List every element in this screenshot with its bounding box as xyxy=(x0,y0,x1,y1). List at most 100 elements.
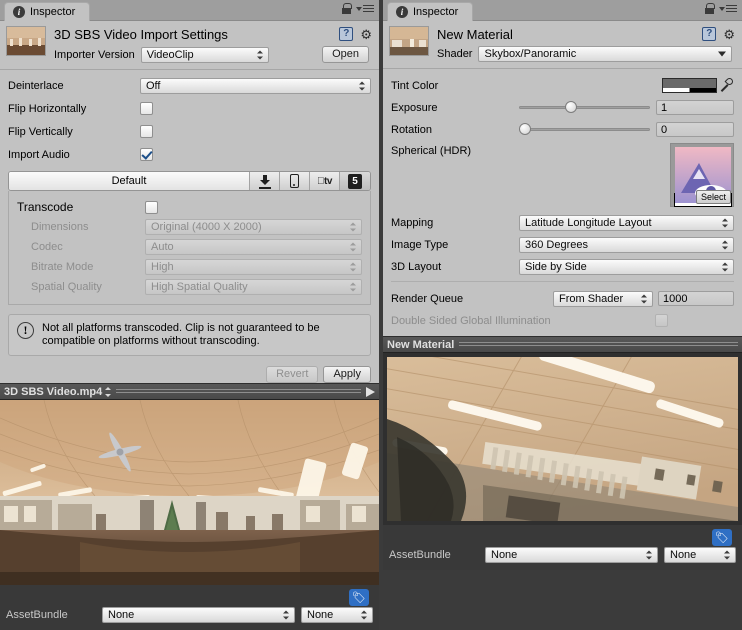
property-3d-layout: 3D Layout Side by Side xyxy=(391,258,734,275)
render-queue-mode-dropdown[interactable]: From Shader xyxy=(553,291,653,307)
warning-icon: ! xyxy=(17,322,34,339)
material-asset-header: New Material Shader Skybox/Panoramic ? ⚙ xyxy=(383,21,742,69)
assetbundle-variant-dropdown[interactable]: None xyxy=(301,607,373,623)
hamburger-menu-icon[interactable] xyxy=(719,5,737,13)
lock-icon[interactable] xyxy=(705,3,714,14)
platform-tab-standalone[interactable] xyxy=(250,172,280,190)
property-flip-vertically: Flip Vertically xyxy=(8,123,371,140)
preview-drag-grip[interactable] xyxy=(116,388,361,395)
preview-title: 3D SBS Video.mp4 xyxy=(4,386,102,398)
gear-icon[interactable]: ⚙ xyxy=(723,28,735,41)
transcode-toggle-row: Transcode xyxy=(17,199,362,215)
help-icon[interactable]: ? xyxy=(339,27,353,41)
spherical-label: Spherical (HDR) xyxy=(391,143,519,160)
spherical-texture-slot[interactable]: Select xyxy=(670,143,734,207)
image-type-label: Image Type xyxy=(391,239,519,251)
property-deinterlace: Deinterlace Off xyxy=(8,77,371,94)
property-flip-horizontally: Flip Horizontally xyxy=(8,100,371,117)
assetbundle-name-dropdown[interactable]: None xyxy=(102,607,295,623)
exposure-slider[interactable] xyxy=(519,100,650,115)
preview-asset-selector[interactable]: 3D SBS Video.mp4 xyxy=(4,386,111,398)
codec-label: Codec xyxy=(17,241,145,253)
exposure-value[interactable]: 1 xyxy=(656,100,734,115)
video-import-properties: Deinterlace Off Flip Horizontally Flip V… xyxy=(0,70,379,383)
assetbundle-variant-dropdown[interactable]: None xyxy=(664,547,736,563)
bitrate-mode-label: Bitrate Mode xyxy=(17,261,145,273)
flip-horizontally-checkbox[interactable] xyxy=(140,102,153,115)
tag-icon[interactable]: 🏷 xyxy=(712,529,732,546)
material-preview-render xyxy=(387,357,738,521)
texture-select-button[interactable]: Select xyxy=(696,190,731,204)
tint-color-label: Tint Color xyxy=(391,80,519,92)
mapping-value: Latitude Longitude Layout xyxy=(525,217,652,229)
exposure-label: Exposure xyxy=(391,102,519,114)
tab-label: Inspector xyxy=(30,6,75,18)
lock-icon[interactable] xyxy=(342,3,351,14)
open-button[interactable]: Open xyxy=(322,46,369,63)
apply-button[interactable]: Apply xyxy=(323,366,371,383)
video-import-inspector-window: i Inspector xyxy=(0,0,379,630)
render-queue-value[interactable]: 1000 xyxy=(658,291,734,306)
tab-inspector-left[interactable]: i Inspector xyxy=(4,2,90,21)
transcode-checkbox[interactable] xyxy=(145,201,158,214)
material-preview-viewport[interactable] xyxy=(383,353,742,525)
tag-icon[interactable]: 🏷 xyxy=(349,589,369,606)
property-rotation: Rotation 0 xyxy=(391,121,734,138)
deinterlace-value: Off xyxy=(146,80,160,92)
hamburger-menu-icon[interactable] xyxy=(356,5,374,13)
bitrate-mode-dropdown[interactable]: High xyxy=(145,259,362,275)
transcode-warning: ! Not all platforms transcoded. Clip is … xyxy=(8,314,371,356)
assetbundle-name-dropdown[interactable]: None xyxy=(485,547,658,563)
download-icon xyxy=(259,175,271,188)
spatial-quality-dropdown[interactable]: High Spatial Quality xyxy=(145,279,362,295)
platform-tab-tvos[interactable]: tv xyxy=(310,172,340,190)
assetbundle-label: AssetBundle xyxy=(389,549,479,561)
material-thumbnail-image xyxy=(390,27,428,55)
rotation-slider[interactable] xyxy=(519,122,650,137)
import-audio-checkbox[interactable] xyxy=(140,148,153,161)
tint-color-swatch[interactable] xyxy=(662,78,717,93)
html5-icon: 5 xyxy=(348,174,362,189)
shader-row: Shader Skybox/Panoramic xyxy=(437,46,736,62)
assetbundle-name-value: None xyxy=(108,609,134,621)
rotation-value[interactable]: 0 xyxy=(656,122,734,137)
material-preview-title: New Material xyxy=(387,339,454,351)
layout-3d-dropdown[interactable]: Side by Side xyxy=(519,259,734,275)
revert-button[interactable]: Revert xyxy=(266,366,318,383)
material-preview-grip[interactable] xyxy=(459,341,738,348)
mapping-dropdown[interactable]: Latitude Longitude Layout xyxy=(519,215,734,231)
importer-version-value: VideoClip xyxy=(147,49,194,61)
transcode-row-bitrate-mode: Bitrate Mode High xyxy=(17,259,362,275)
left-tabbar: i Inspector xyxy=(0,0,379,21)
importer-version-dropdown[interactable]: VideoClip xyxy=(141,47,269,63)
right-header-icons: ? ⚙ xyxy=(702,27,735,41)
image-type-dropdown[interactable]: 360 Degrees xyxy=(519,237,734,253)
deinterlace-dropdown[interactable]: Off xyxy=(140,78,371,94)
page-title: 3D SBS Video Import Settings xyxy=(54,26,373,44)
gear-icon[interactable]: ⚙ xyxy=(360,28,372,41)
image-type-value: 360 Degrees xyxy=(525,239,588,251)
shader-value: Skybox/Panoramic xyxy=(484,48,576,60)
right-assetbundle-bar: 🏷 AssetBundle None None xyxy=(383,525,742,570)
deinterlace-label: Deinterlace xyxy=(8,80,140,92)
left-tab-controls xyxy=(342,3,374,14)
platform-tab-default[interactable]: Default xyxy=(9,172,250,190)
left-preview-area: 3D SBS Video.mp4 xyxy=(0,383,379,630)
layout-3d-value: Side by Side xyxy=(525,261,587,273)
flip-vertically-checkbox[interactable] xyxy=(140,125,153,138)
codec-dropdown[interactable]: Auto xyxy=(145,239,362,255)
platform-tab-ios[interactable] xyxy=(280,172,310,190)
left-assetbundle-bar: 🏷 AssetBundle None None xyxy=(0,585,379,630)
unity-editor-screenshot: i Inspector xyxy=(0,0,742,630)
play-icon[interactable] xyxy=(366,387,375,397)
eyedropper-icon[interactable] xyxy=(721,78,734,93)
help-icon[interactable]: ? xyxy=(702,27,716,41)
tab-inspector-right[interactable]: i Inspector xyxy=(387,2,473,21)
double-sided-checkbox[interactable] xyxy=(655,314,668,327)
property-mapping: Mapping Latitude Longitude Layout xyxy=(391,214,734,231)
platform-tab-webgl[interactable]: 5 xyxy=(340,172,370,190)
shader-dropdown[interactable]: Skybox/Panoramic xyxy=(478,46,732,62)
material-title: New Material xyxy=(437,26,736,44)
dimensions-dropdown[interactable]: Original (4000 X 2000) xyxy=(145,219,362,235)
layout-3d-label: 3D Layout xyxy=(391,261,519,273)
